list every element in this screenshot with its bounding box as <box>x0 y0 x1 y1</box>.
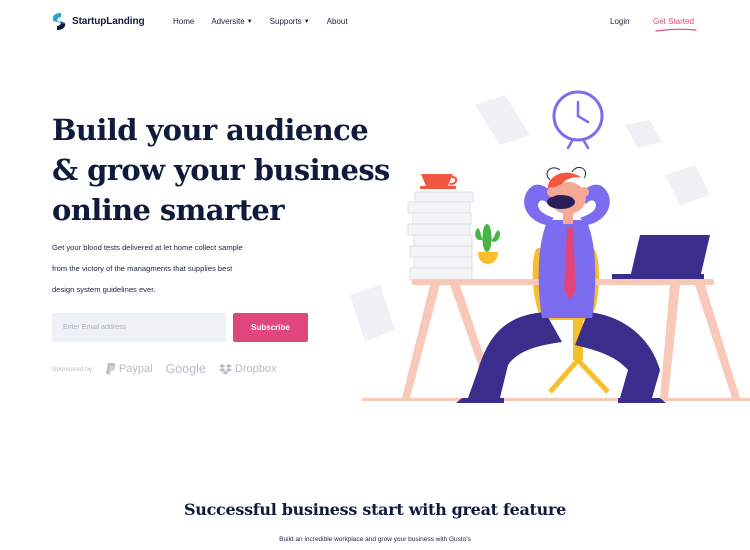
paper-stack <box>407 191 474 281</box>
login-link[interactable]: Login <box>610 17 630 26</box>
hero-illustration <box>350 90 750 403</box>
sponsor-dropbox: Dropbox <box>218 363 277 375</box>
cta-underline <box>655 28 697 32</box>
nav-item-label: About <box>326 17 348 26</box>
caret-down-icon: ▼ <box>246 18 253 25</box>
hero-description-line: design system guidelines ever. <box>52 285 156 294</box>
stressed-worker <box>456 166 666 403</box>
laptop-icon <box>612 235 710 279</box>
top-navbar: StartupLanding Home Adversite ▼ Supports… <box>0 0 750 44</box>
hero-description-line: Get your blood tests delivered at let ho… <box>52 243 243 252</box>
hero-title-line: online smarter <box>52 193 285 227</box>
nav-item-about[interactable]: About <box>327 17 348 26</box>
nav-item-label: Adversite <box>211 17 245 26</box>
startup-logo-icon <box>52 13 66 30</box>
nav-item-label: Home <box>173 17 195 26</box>
brand-name: StartupLanding <box>72 16 145 27</box>
sponsor-name: Google <box>165 362 206 376</box>
cactus-plant <box>475 224 501 264</box>
sponsor-google: Google <box>166 362 206 376</box>
sponsor-name: Paypal <box>118 363 153 375</box>
dropbox-icon <box>218 363 232 375</box>
nav-links: Home Adversite ▼ Supports ▼ About <box>173 17 365 26</box>
sponsor-name: Dropbox <box>234 363 277 375</box>
hero-title-line: Build your audience <box>52 113 369 147</box>
nav-item-supports[interactable]: Supports ▼ <box>270 17 310 26</box>
nav-item-home[interactable]: Home <box>173 17 194 26</box>
subscribe-button[interactable]: Subscribe <box>233 313 308 342</box>
sponsored-label: Sponsored by: <box>52 365 94 373</box>
brand-logo[interactable]: StartupLanding <box>52 13 145 30</box>
sponsors-row: Sponsored by: Paypal Google Dropbox <box>52 362 289 376</box>
get-started-link[interactable]: Get Started <box>653 17 694 26</box>
hero-title-line: & grow your business <box>52 153 390 187</box>
clock-icon <box>552 90 604 150</box>
hero-description-line: from the victory of the managments that … <box>52 264 233 273</box>
hero-title: Build your audience & grow your business… <box>52 110 390 230</box>
email-input[interactable] <box>52 313 226 342</box>
caret-down-icon: ▼ <box>303 18 310 25</box>
hero-description: Get your blood tests delivered at let ho… <box>52 237 312 300</box>
nav-item-adversite[interactable]: Adversite ▼ <box>211 17 252 26</box>
feature-section-subtitle: Build an incredible workplace and grow y… <box>279 536 471 543</box>
nav-item-label: Supports <box>269 17 302 26</box>
sponsor-paypal: Paypal <box>105 363 153 375</box>
coffee-cup-icon <box>420 174 458 189</box>
feature-section-title: Successful business start with great fea… <box>184 500 566 519</box>
flying-papers <box>350 95 710 342</box>
paypal-icon <box>105 363 116 375</box>
